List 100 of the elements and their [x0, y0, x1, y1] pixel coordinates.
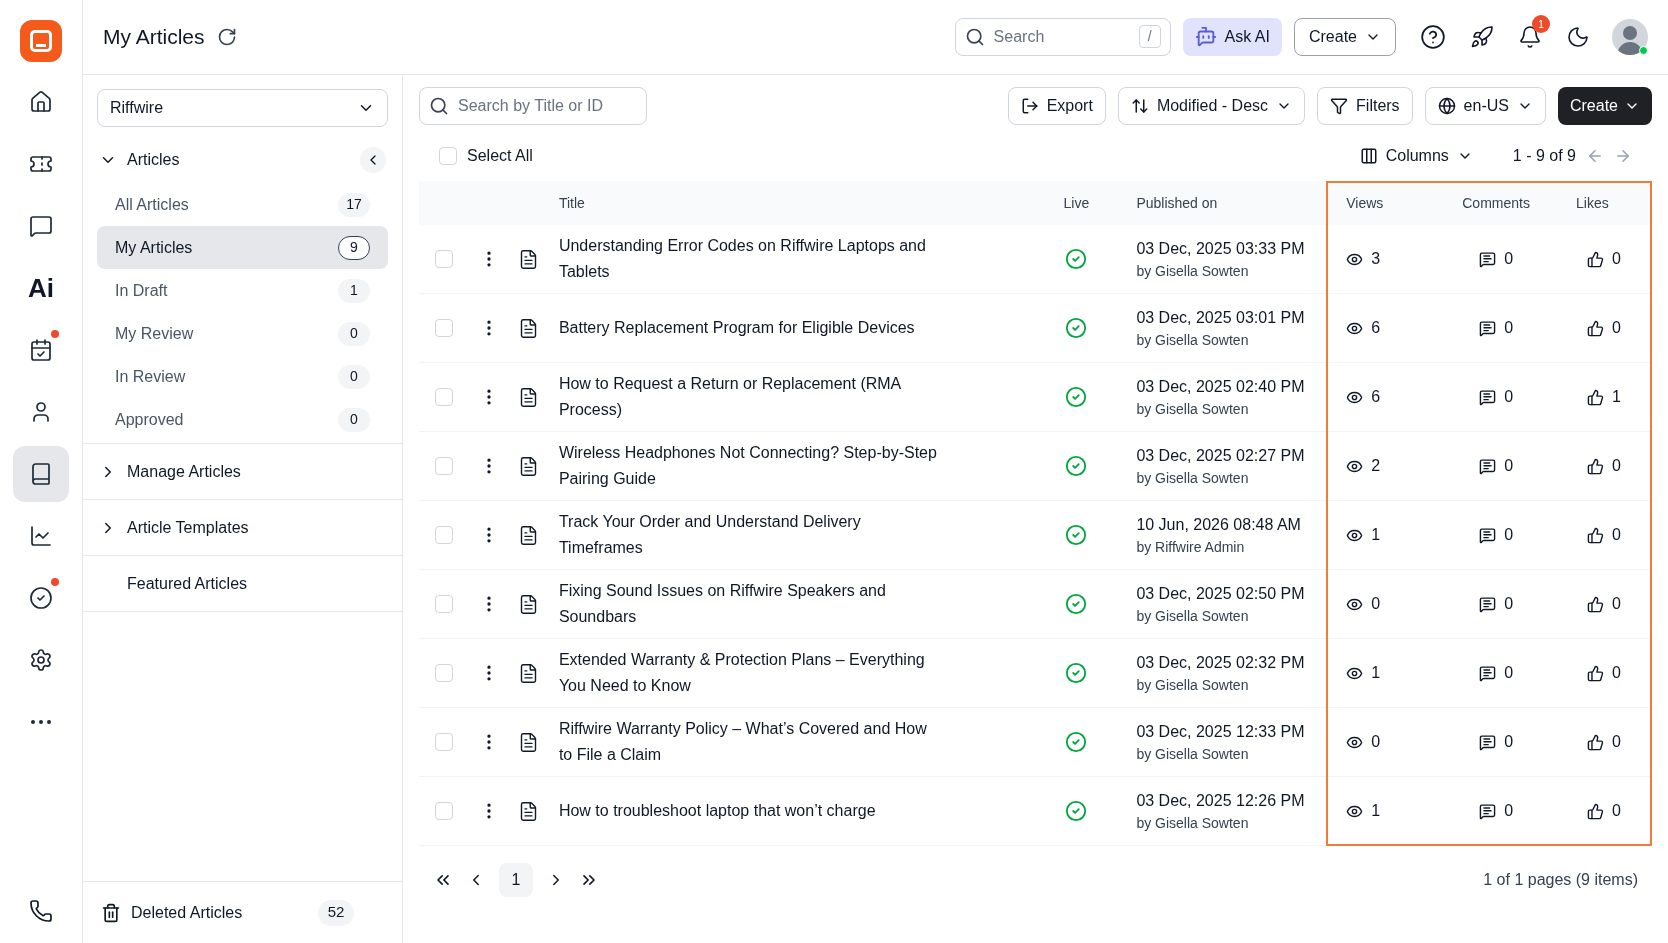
- article-title[interactable]: Riffwire Warranty Policy – What’s Covered and How to File a Claim: [558, 716, 944, 768]
- thumbs-up-icon: [1587, 595, 1605, 613]
- count-badge: 52: [318, 899, 354, 926]
- columns-icon: [1359, 147, 1378, 165]
- filters-button[interactable]: Filters: [1317, 87, 1413, 125]
- next-icon[interactable]: [1614, 147, 1632, 165]
- checkbox[interactable]: [439, 147, 457, 165]
- select-all-label[interactable]: Select All: [467, 144, 1350, 168]
- sidebar-item[interactable]: All Articles 17: [97, 183, 388, 226]
- create-article-button[interactable]: Create: [1557, 87, 1652, 125]
- thumbs-up-icon: [1587, 802, 1605, 820]
- check-circle-icon: [29, 586, 53, 610]
- thumbs-up-icon: [1587, 319, 1605, 337]
- likes-count: 0: [1612, 663, 1621, 683]
- title-search-field[interactable]: Search by Title or ID: [419, 87, 647, 125]
- thumbs-up-icon: [1587, 457, 1605, 475]
- column-header[interactable]: Comments: [1462, 194, 1530, 211]
- checkbox[interactable]: [434, 733, 453, 751]
- article-title[interactable]: Fixing Sound Issues on Riffwire Speakers and Soundbars: [558, 578, 944, 630]
- column-header[interactable]: Published on: [1136, 194, 1218, 211]
- column-header[interactable]: Views: [1346, 194, 1384, 211]
- comments-count: 0: [1504, 456, 1514, 476]
- thumbs-up-icon: [1587, 250, 1605, 268]
- comment-icon: [1479, 388, 1497, 406]
- column-header[interactable]: Likes: [1576, 194, 1609, 211]
- article-title[interactable]: Understanding Error Codes on Riffwire Laptops and Tablets: [558, 233, 944, 285]
- column-header[interactable]: Title: [558, 194, 585, 211]
- sort-button[interactable]: Modified - Desc: [1117, 87, 1306, 125]
- likes-count: 0: [1612, 318, 1621, 338]
- deleted-articles-link[interactable]: Deleted Articles: [131, 900, 308, 925]
- likes-count: 0: [1612, 732, 1621, 752]
- article-title[interactable]: Track Your Order and Understand Delivery Timeframes: [558, 509, 944, 561]
- comment-icon: [1479, 250, 1497, 268]
- notification-badge: 1: [1532, 15, 1550, 33]
- article-title[interactable]: How to Request a Return or Replacement (RMA Process): [558, 371, 944, 423]
- rail-item[interactable]: [13, 446, 69, 502]
- sidebar-item[interactable]: My Articles 9: [97, 226, 388, 269]
- checkbox[interactable]: [434, 802, 453, 820]
- likes-count: 0: [1612, 801, 1621, 821]
- checkbox[interactable]: [434, 319, 453, 337]
- column-header[interactable]: Live: [1063, 194, 1090, 211]
- chart-icon: [29, 524, 53, 548]
- app-logo[interactable]: [20, 20, 62, 62]
- comments-count: 0: [1504, 387, 1514, 407]
- views-count: 3: [1371, 249, 1381, 269]
- author-label: by Gisella Sowten: [1136, 399, 1250, 419]
- sidebar-group[interactable]: Featured Articles: [127, 571, 248, 596]
- comments-count: 0: [1504, 318, 1514, 338]
- export-icon: [1020, 97, 1039, 115]
- author-label: by Gisella Sowten: [1136, 606, 1250, 626]
- rail-item[interactable]: Ai: [13, 260, 69, 316]
- thumbs-up-icon: [1587, 664, 1605, 682]
- page-title: My Articles: [103, 24, 205, 51]
- checkbox[interactable]: [434, 526, 453, 544]
- sidebar-group[interactable]: Manage Articles: [127, 459, 241, 484]
- collapse-button[interactable]: [360, 147, 386, 173]
- sidebar-item[interactable]: In Review 0: [97, 355, 388, 398]
- author-label: by Gisella Sowten: [1136, 330, 1250, 350]
- refresh-icon[interactable]: [216, 27, 237, 47]
- article-title[interactable]: Extended Warranty & Protection Plans – Everything You Need to Know: [558, 647, 944, 699]
- columns-button[interactable]: Columns: [1359, 144, 1473, 168]
- page-number[interactable]: 1: [499, 863, 533, 897]
- published-date: 03 Dec, 2025 03:33 PM: [1136, 238, 1306, 259]
- theme-icon[interactable]: [1566, 25, 1590, 49]
- create-button[interactable]: Create: [1293, 18, 1396, 56]
- checkbox[interactable]: [434, 664, 453, 682]
- user-avatar[interactable]: [1612, 19, 1648, 55]
- published-date: 03 Dec, 2025 02:32 PM: [1136, 652, 1306, 673]
- phone-icon[interactable]: [29, 899, 53, 923]
- author-label: by Gisella Sowten: [1136, 813, 1250, 833]
- views-count: 2: [1371, 456, 1381, 476]
- sidebar-item[interactable]: My Review 0: [97, 312, 388, 355]
- ask-ai-button[interactable]: Ask AI: [1182, 18, 1282, 56]
- published-date: 03 Dec, 2025 03:01 PM: [1136, 307, 1306, 328]
- thumbs-up-icon: [1587, 733, 1605, 751]
- sidebar-group[interactable]: Article Templates: [127, 515, 249, 540]
- sort-icon: [1130, 97, 1149, 115]
- sidebar-item[interactable]: Approved 0: [97, 398, 388, 441]
- likes-count: 0: [1612, 249, 1621, 269]
- checkbox[interactable]: [434, 457, 453, 475]
- locale-select[interactable]: en-US: [1424, 87, 1546, 125]
- checkbox[interactable]: [434, 388, 453, 406]
- article-title[interactable]: Battery Replacement Program for Eligible Devices: [558, 315, 944, 341]
- export-button[interactable]: Export: [1007, 87, 1106, 125]
- article-title[interactable]: How to troubleshoot laptop that won’t charge: [558, 798, 944, 824]
- search-icon: [964, 27, 985, 47]
- views-count: 6: [1371, 387, 1381, 407]
- help-icon[interactable]: [1420, 24, 1446, 50]
- chat-icon: [29, 214, 53, 238]
- checkbox[interactable]: [434, 595, 453, 613]
- published-date: 03 Dec, 2025 02:40 PM: [1136, 376, 1306, 397]
- workspace-select[interactable]: Riffwire: [97, 89, 388, 127]
- sidebar-item[interactable]: In Draft 1: [97, 269, 388, 312]
- section-title[interactable]: Articles: [127, 148, 350, 172]
- views-count: 1: [1371, 525, 1381, 545]
- checkbox[interactable]: [434, 250, 453, 268]
- search-icon: [429, 96, 449, 116]
- article-title[interactable]: Wireless Headphones Not Connecting? Step-by-Step Pairing Guide: [558, 440, 944, 492]
- shortcut-key: /: [1138, 25, 1161, 48]
- rocket-icon[interactable]: [1470, 25, 1494, 49]
